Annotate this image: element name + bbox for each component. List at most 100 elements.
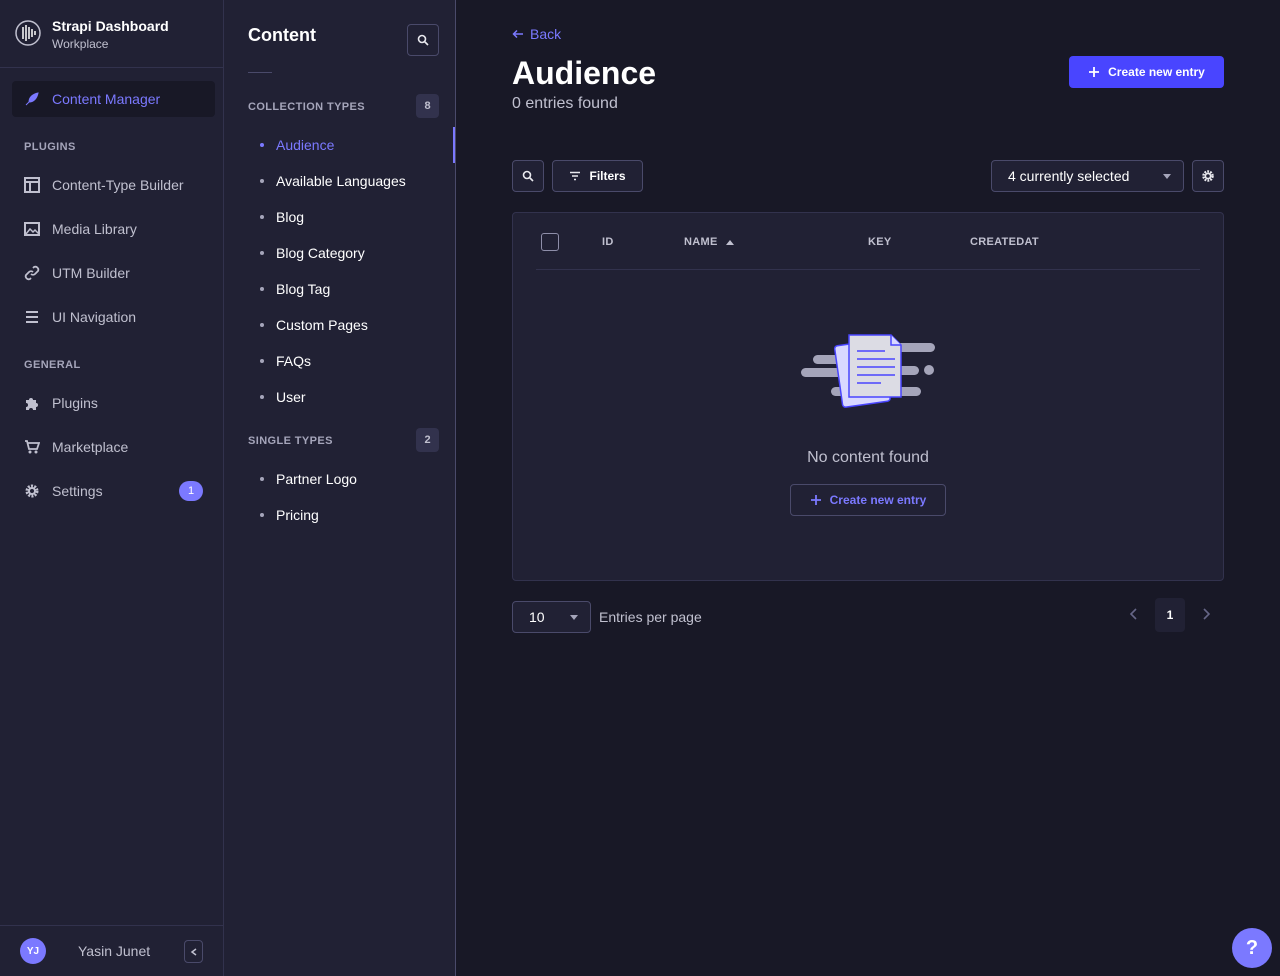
- nav-item-label: Media Library: [52, 221, 137, 237]
- table-settings-button[interactable]: [1192, 160, 1224, 192]
- column-header-key[interactable]: KEY: [868, 236, 892, 248]
- puzzle-icon: [24, 395, 40, 411]
- chevron-left-icon: [190, 947, 196, 956]
- next-page-button[interactable]: [1198, 606, 1214, 622]
- nav-item-plugins[interactable]: Plugins: [12, 385, 215, 421]
- subnav-item-available-languages[interactable]: Available Languages: [248, 163, 455, 199]
- create-new-entry-button[interactable]: Create new entry: [1069, 56, 1224, 88]
- subnav-item-label: User: [276, 389, 306, 405]
- brand-title: Strapi Dashboard: [52, 18, 169, 34]
- subnav-title: Content: [248, 25, 316, 45]
- previous-page-button[interactable]: [1126, 606, 1142, 622]
- subnav-item-blog-tag[interactable]: Blog Tag: [248, 271, 455, 307]
- button-label: Create new entry: [829, 493, 927, 507]
- nav-item-label: UTM Builder: [52, 265, 130, 281]
- subnav-item-blog-category[interactable]: Blog Category: [248, 235, 455, 271]
- single-types-count: 2: [416, 428, 439, 452]
- nav-item-label: Content-Type Builder: [52, 177, 184, 193]
- empty-state-text: No content found: [807, 449, 929, 466]
- arrow-left-icon: [512, 29, 523, 39]
- nav-item-label: Plugins: [52, 395, 98, 411]
- nav-item-label: Marketplace: [52, 439, 129, 455]
- nav-item-media-library[interactable]: Media Library: [12, 211, 215, 247]
- plus-icon: [810, 495, 821, 505]
- filter-icon: [570, 171, 581, 181]
- page-1-button[interactable]: 1: [1155, 598, 1185, 632]
- nav-item-marketplace[interactable]: Marketplace: [12, 429, 215, 465]
- bullet-icon: [260, 143, 264, 147]
- nav-item-label: Content Manager: [52, 91, 161, 107]
- link-icon: [24, 265, 40, 281]
- back-label: Back: [530, 26, 562, 42]
- bullet-icon: [260, 251, 264, 255]
- nav-item-label: Settings: [52, 483, 103, 499]
- nav-item-content-type-builder[interactable]: Content-Type Builder: [12, 167, 215, 203]
- subnav-item-faqs[interactable]: FAQs: [248, 343, 455, 379]
- subnav-item-audience[interactable]: Audience: [248, 127, 455, 163]
- subnav-item-label: Blog Category: [276, 245, 365, 261]
- main-navigation: Strapi Dashboard Workplace Content Manag…: [0, 0, 224, 976]
- entries-per-page-select[interactable]: 10: [512, 601, 591, 633]
- filters-button[interactable]: Filters: [552, 160, 643, 192]
- user-bar: YJ Yasin Junet: [0, 925, 223, 976]
- help-button[interactable]: ?: [1232, 928, 1272, 968]
- column-label: NAME: [684, 236, 718, 248]
- subnav-item-user[interactable]: User: [248, 379, 455, 415]
- back-link[interactable]: Back: [512, 26, 561, 42]
- button-label: Filters: [589, 169, 626, 183]
- column-label: KEY: [868, 236, 892, 248]
- column-header-name[interactable]: NAME: [684, 236, 734, 248]
- search-icon: [417, 34, 429, 46]
- content-subnav: Content COLLECTION TYPES 8 Audience Avai…: [224, 0, 456, 976]
- collection-types-count: 8: [416, 94, 439, 118]
- sort-ascending-icon: [725, 239, 734, 245]
- nav-item-ui-navigation[interactable]: UI Navigation: [12, 299, 215, 335]
- subnav-item-pricing[interactable]: Pricing: [248, 497, 455, 533]
- bullet-icon: [260, 179, 264, 183]
- entries-table: ID NAME KEY CREATEDAT No content found C…: [512, 212, 1224, 581]
- bullet-icon: [260, 395, 264, 399]
- nav-item-settings[interactable]: Settings 1: [12, 473, 215, 509]
- bullet-icon: [260, 215, 264, 219]
- columns-select[interactable]: 4 currently selected: [991, 160, 1184, 192]
- caret-down-icon: [570, 615, 578, 620]
- subnav-item-custom-pages[interactable]: Custom Pages: [248, 307, 455, 343]
- avatar[interactable]: YJ: [20, 938, 46, 964]
- empty-create-entry-button[interactable]: Create new entry: [790, 484, 946, 516]
- column-header-createdat[interactable]: CREATEDAT: [970, 236, 1039, 248]
- subnav-item-partner-logo[interactable]: Partner Logo: [248, 461, 455, 497]
- settings-badge: 1: [179, 481, 203, 501]
- feather-icon: [24, 91, 40, 107]
- nav-section-plugins: PLUGINS: [24, 141, 76, 153]
- button-label: Create new entry: [1108, 65, 1205, 79]
- subnav-item-label: Pricing: [276, 507, 319, 523]
- subnav-item-label: Partner Logo: [276, 471, 357, 487]
- subnav-divider: [248, 72, 272, 73]
- subnav-item-label: FAQs: [276, 353, 312, 369]
- main-content: Back Audience 0 entries found Create new…: [456, 0, 1280, 976]
- nav-item-utm-builder[interactable]: UTM Builder: [12, 255, 215, 291]
- bullet-icon: [260, 477, 264, 481]
- subnav-item-label: Blog: [276, 209, 305, 225]
- caret-down-icon: [1163, 174, 1171, 179]
- table-search-button[interactable]: [512, 160, 544, 192]
- entries-count: 0 entries found: [512, 95, 618, 112]
- subnav-search-button[interactable]: [407, 24, 439, 56]
- subnav-item-label: Blog Tag: [276, 281, 331, 297]
- gear-icon: [1202, 170, 1214, 182]
- chevron-right-icon: [1203, 608, 1211, 620]
- column-header-id[interactable]: ID: [602, 236, 614, 248]
- list-icon: [24, 309, 40, 325]
- nav-item-content-manager[interactable]: Content Manager: [12, 81, 215, 117]
- select-all-checkbox[interactable]: [541, 233, 559, 251]
- subnav-item-blog[interactable]: Blog: [248, 199, 455, 235]
- collection-types-heading: COLLECTION TYPES: [248, 101, 366, 113]
- brand-subtitle: Workplace: [52, 37, 109, 51]
- image-icon: [24, 221, 40, 237]
- bullet-icon: [260, 359, 264, 363]
- empty-documents-icon: [801, 334, 935, 408]
- chevron-left-icon: [1129, 608, 1137, 620]
- collapse-nav-button[interactable]: [184, 940, 203, 963]
- user-name[interactable]: Yasin Junet: [78, 943, 150, 959]
- entries-per-page-label: Entries per page: [599, 609, 702, 625]
